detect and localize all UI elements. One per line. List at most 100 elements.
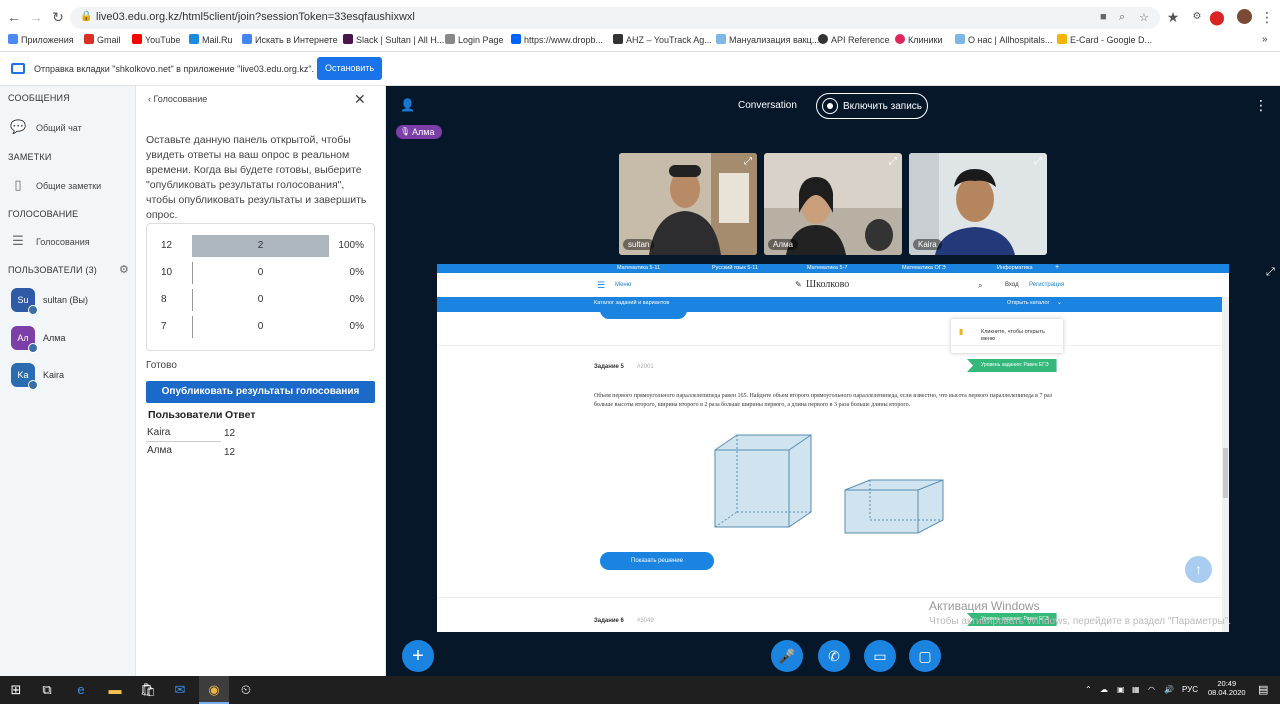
- public-chat-item[interactable]: 💬 Общий чат: [10, 119, 82, 135]
- extension-icon[interactable]: ★: [1163, 7, 1183, 27]
- url-text: live03.edu.org.kz/html5client/join?sessi…: [96, 11, 415, 23]
- fullscreen-icon[interactable]: ⤢: [889, 156, 897, 167]
- talker-name: Алма: [412, 127, 435, 137]
- store-icon[interactable]: 🛍: [139, 681, 157, 699]
- edge-icon[interactable]: e: [72, 681, 90, 699]
- browser-chrome: ← → ↻ 🔒 live03.edu.org.kz/html5client/jo…: [0, 0, 1280, 52]
- forward-icon[interactable]: →: [26, 7, 46, 27]
- screen-share-view[interactable]: Математика 5-11 Русский язык 5-11 Матема…: [437, 264, 1229, 632]
- mail-icon[interactable]: ✉: [171, 681, 189, 699]
- site-logo[interactable]: Школково: [806, 279, 849, 290]
- back-icon[interactable]: ←: [4, 7, 24, 27]
- options-menu-icon[interactable]: ⋮: [1254, 97, 1268, 114]
- response-user: Алма: [147, 445, 172, 456]
- site-menu-label[interactable]: Меню: [615, 282, 631, 288]
- clock[interactable]: 20:49 08.04.2020: [1208, 679, 1246, 697]
- fullscreen-icon[interactable]: ⤢: [744, 156, 752, 167]
- chrome-menu-icon[interactable]: ⋮: [1257, 7, 1277, 27]
- response-user: Kaira: [147, 427, 171, 438]
- site-login[interactable]: Вход: [1005, 282, 1019, 288]
- bookmark-label: Клиники: [908, 35, 943, 45]
- bookmark-youtube[interactable]: YouTube: [132, 34, 180, 45]
- actions-plus-button[interactable]: +: [402, 640, 434, 672]
- volume-icon[interactable]: 🔊: [1164, 685, 1174, 694]
- site-register[interactable]: Регистрация: [1029, 282, 1064, 288]
- screen-share-button[interactable]: ▢: [909, 640, 941, 672]
- webcam-tile[interactable]: sultan ⤢: [619, 153, 757, 255]
- bookmark-youtrack[interactable]: AHZ – YouTrack Ag...: [613, 34, 712, 45]
- reload-icon[interactable]: ↻: [48, 7, 68, 27]
- bookmark-label: API Reference: [831, 35, 890, 45]
- profile-avatar[interactable]: [1234, 7, 1254, 27]
- subject-tab[interactable]: Математика 5-11: [617, 265, 660, 271]
- chrome-icon: ◉: [208, 682, 220, 697]
- record-button[interactable]: Включить запись: [816, 93, 928, 119]
- fullscreen-icon[interactable]: ⤢: [1034, 156, 1042, 167]
- star-icon[interactable]: ☆: [1139, 11, 1149, 24]
- bookmark-allhospitals[interactable]: О нас | Allhospitals...: [955, 34, 1052, 45]
- bookmark-dropbox[interactable]: https://www.dropb...: [511, 34, 603, 45]
- subject-tab[interactable]: Математика 5-7: [807, 265, 847, 271]
- opera-icon[interactable]: ⬤: [1207, 7, 1227, 27]
- user-name[interactable]: Kaira: [43, 370, 64, 380]
- clock-app-icon[interactable]: ⏲: [237, 681, 255, 699]
- prev-button-fragment[interactable]: [600, 310, 687, 319]
- user-name[interactable]: Алма: [43, 333, 65, 343]
- subject-tab[interactable]: Математика ОГЭ: [902, 265, 946, 271]
- windows-start-icon[interactable]: ⊞: [7, 681, 25, 699]
- avatar[interactable]: Ka: [11, 363, 38, 390]
- scrollbar-thumb[interactable]: [1223, 448, 1228, 498]
- scroll-up-icon[interactable]: ↑: [1185, 556, 1212, 583]
- bookmark-manual[interactable]: Мануализация вакц...: [716, 34, 819, 45]
- webcam-button[interactable]: ▭: [864, 640, 896, 672]
- subject-tab[interactable]: Русский язык 5-11: [712, 265, 758, 271]
- cloud-icon: ☁: [1100, 685, 1108, 694]
- address-bar[interactable]: 🔒 live03.edu.org.kz/html5client/join?ses…: [70, 7, 1160, 29]
- language-indicator[interactable]: РУС: [1182, 685, 1198, 694]
- notifications-icon[interactable]: ▤: [1258, 683, 1268, 696]
- site-search-icon[interactable]: ⌕: [978, 281, 982, 291]
- windows-activation-watermark: Активация Windows Чтобы активировать Win…: [929, 599, 1231, 627]
- task-view-icon[interactable]: ⧉: [38, 681, 56, 699]
- shared-notes-item[interactable]: ▯ Общие заметки: [10, 177, 101, 193]
- add-tab-icon[interactable]: +: [1055, 264, 1059, 271]
- cast-icon[interactable]: ■: [1100, 11, 1107, 23]
- publish-results-button[interactable]: Опубликовать результаты голосования: [146, 381, 375, 403]
- menu-icon[interactable]: ☰: [597, 280, 605, 291]
- microphone-button[interactable]: 🎤: [771, 640, 803, 672]
- show-solution-button[interactable]: Показать решение: [600, 552, 714, 570]
- polling-label: Голосования: [36, 237, 90, 247]
- zoom-icon[interactable]: ⌕: [1119, 11, 1125, 24]
- bookmark-ecard[interactable]: E-Card - Google D...: [1057, 34, 1152, 45]
- avatar[interactable]: Ал: [11, 326, 38, 353]
- user-name[interactable]: sultan (Вы): [43, 295, 88, 305]
- chrome-taskbar-button[interactable]: ◉: [199, 676, 229, 704]
- polling-item[interactable]: ☰ Голосования: [10, 233, 90, 249]
- bookmark-api[interactable]: API Reference: [818, 34, 890, 45]
- user-list-toggle-icon[interactable]: 👤: [400, 98, 415, 112]
- bookmark-gmail[interactable]: Gmail: [84, 34, 121, 45]
- more-bookmarks-icon[interactable]: »: [1262, 34, 1268, 45]
- file-explorer-icon[interactable]: ▬: [106, 681, 124, 699]
- audio-phone-button[interactable]: ✆: [818, 640, 850, 672]
- bookmark-clinics[interactable]: Клиники: [895, 34, 942, 45]
- open-catalog-link[interactable]: Открыть каталог: [1007, 300, 1049, 306]
- webcam-tile[interactable]: Kaira ⤢: [909, 153, 1047, 255]
- avatar[interactable]: Su: [11, 288, 38, 315]
- tray-chevron-icon[interactable]: ⌃: [1085, 685, 1092, 694]
- bookmark-search[interactable]: Искать в Интернете: [242, 34, 338, 45]
- bookmark-mailru[interactable]: Mail.Ru: [189, 34, 233, 45]
- fullscreen-icon[interactable]: ⤢: [1266, 266, 1275, 279]
- poll-back-button[interactable]: ‹ Голосование: [148, 94, 207, 104]
- bookmark-apps[interactable]: Приложения: [8, 34, 74, 45]
- bookmark-label: Мануализация вакц...: [729, 35, 820, 45]
- subject-tab[interactable]: Информатика: [997, 265, 1033, 271]
- bookmark-login[interactable]: Login Page: [445, 34, 504, 45]
- bookmark-slack[interactable]: Slack | Sultan | All H...: [343, 34, 444, 45]
- stop-sharing-button[interactable]: Остановить: [317, 57, 382, 80]
- clinic-icon: [895, 34, 905, 44]
- webcam-tile[interactable]: Алма ⤢: [764, 153, 902, 255]
- extension-puzzle-icon[interactable]: ⚙: [1187, 7, 1207, 27]
- settings-gear-icon[interactable]: ⚙: [119, 263, 129, 276]
- close-icon[interactable]: ✕: [354, 91, 366, 108]
